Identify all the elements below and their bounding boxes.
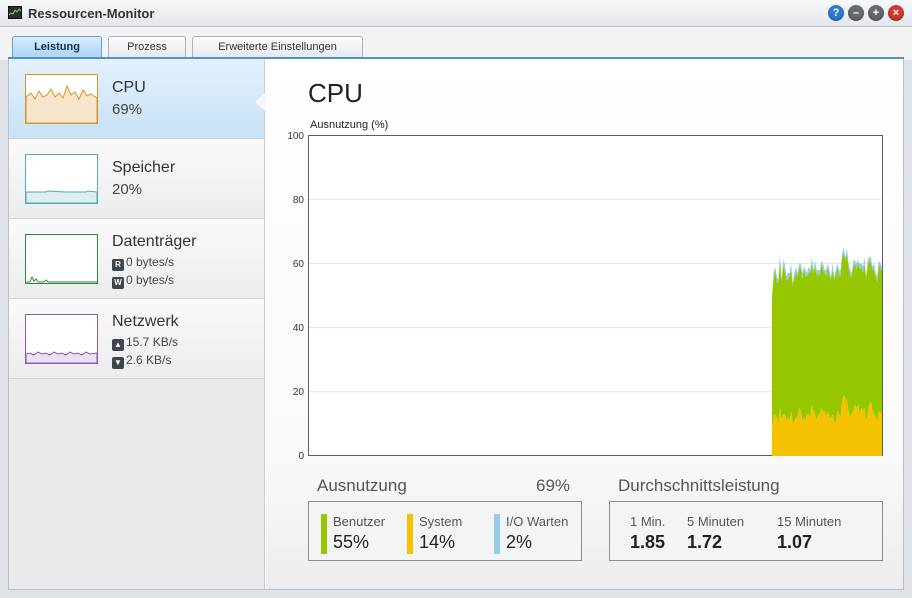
window-titlebar: Ressourcen-Monitor ? – + × (0, 0, 912, 27)
resource-monitor-app-icon (8, 6, 22, 19)
user-label: Benutzer (333, 514, 386, 529)
load-average-heading: Durchschnittsleistung (618, 476, 780, 495)
tab-leistung[interactable]: Leistung (12, 36, 102, 58)
read-icon: R (112, 259, 124, 271)
y-tick-20: 20 (292, 387, 304, 398)
load-average-box: 1 Min. 1.85 5 Minuten 1.72 15 Minuten 1.… (609, 501, 883, 561)
system-color-bar (407, 514, 413, 554)
help-icon[interactable]: ? (828, 5, 844, 21)
cpu-value: 69% (112, 101, 143, 118)
memory-thumbnail (25, 154, 98, 204)
network-download: ▼ 2.6 KB/s (112, 352, 172, 369)
y-axis-label: Ausnutzung (%) (310, 119, 389, 131)
network-download-value: 2.6 KB/s (126, 353, 172, 367)
utilization-heading: Ausnutzung (317, 476, 407, 495)
disk-thumbnail (25, 234, 98, 284)
sidebar-item-memory[interactable]: Speicher 20% (9, 139, 264, 219)
network-upload: ▲ 15.7 KB/s (112, 334, 179, 351)
sidebar-item-network[interactable]: Netzwerk ▲ 15.7 KB/s ▼ 2.6 KB/s (9, 299, 264, 379)
download-arrow-icon: ▼ (112, 357, 124, 369)
tab-bar: Leistung Prozess Erweiterte Einstellunge… (0, 27, 912, 60)
load-1min-value: 1.85 (630, 532, 666, 552)
utilization-total: 69% (536, 476, 571, 495)
user-value: 55% (333, 532, 370, 552)
io-wait-color-bar (494, 514, 500, 554)
cpu-title: CPU (112, 79, 146, 96)
close-icon[interactable]: × (888, 5, 904, 21)
disk-write: W0 bytes/s (112, 272, 175, 289)
disk-read-value: 0 bytes/s (126, 255, 175, 269)
load-15min-label: 15 Minuten (777, 514, 842, 529)
sidebar-item-disk[interactable]: Datenträger R0 bytes/s W0 bytes/s (9, 219, 264, 299)
tab-erweiterte-einstellungen[interactable]: Erweiterte Einstellungen (192, 36, 363, 58)
cpu-thumbnail (25, 74, 98, 124)
y-tick-80: 80 (292, 195, 304, 206)
y-tick-60: 60 (292, 259, 304, 270)
system-label: System (419, 514, 463, 529)
minimize-icon[interactable]: – (848, 5, 864, 21)
disk-title: Datenträger (112, 233, 197, 250)
load-5min-label: 5 Minuten (687, 514, 745, 529)
upload-arrow-icon: ▲ (112, 339, 124, 351)
tab-prozess[interactable]: Prozess (108, 36, 186, 58)
write-icon: W (112, 277, 124, 289)
network-thumbnail (25, 314, 98, 364)
selection-pointer (255, 92, 266, 112)
user-color-bar (321, 514, 327, 554)
maximize-icon[interactable]: + (868, 5, 884, 21)
y-tick-40: 40 (292, 323, 304, 334)
cpu-chart (308, 135, 883, 456)
utilization-box: Benutzer 55% System 14% I/O Warten 2% (308, 501, 582, 561)
disk-read: R0 bytes/s (112, 254, 175, 271)
series-user-area (772, 253, 882, 428)
load-1min-label: 1 Min. (630, 514, 666, 529)
memory-value: 20% (112, 181, 143, 198)
network-title: Netzwerk (112, 313, 179, 330)
io-wait-value: 2% (506, 532, 533, 552)
y-tick-100: 100 (287, 131, 304, 142)
load-5min-value: 1.72 (687, 532, 723, 552)
sidebar: CPU 69% Speicher 20% Datenträger R0 byte… (9, 59, 265, 589)
cpu-chart-svg (308, 135, 883, 456)
page-title: CPU (308, 78, 363, 108)
network-upload-value: 15.7 KB/s (126, 335, 179, 349)
window-title: Ressourcen-Monitor (28, 6, 155, 21)
disk-write-value: 0 bytes/s (126, 273, 175, 287)
load-15min-value: 1.07 (777, 532, 813, 552)
y-tick-0: 0 (298, 451, 304, 462)
io-wait-label: I/O Warten (506, 514, 569, 529)
memory-title: Speicher (112, 159, 176, 176)
system-value: 14% (419, 532, 456, 552)
sidebar-item-cpu[interactable]: CPU 69% (9, 59, 264, 139)
